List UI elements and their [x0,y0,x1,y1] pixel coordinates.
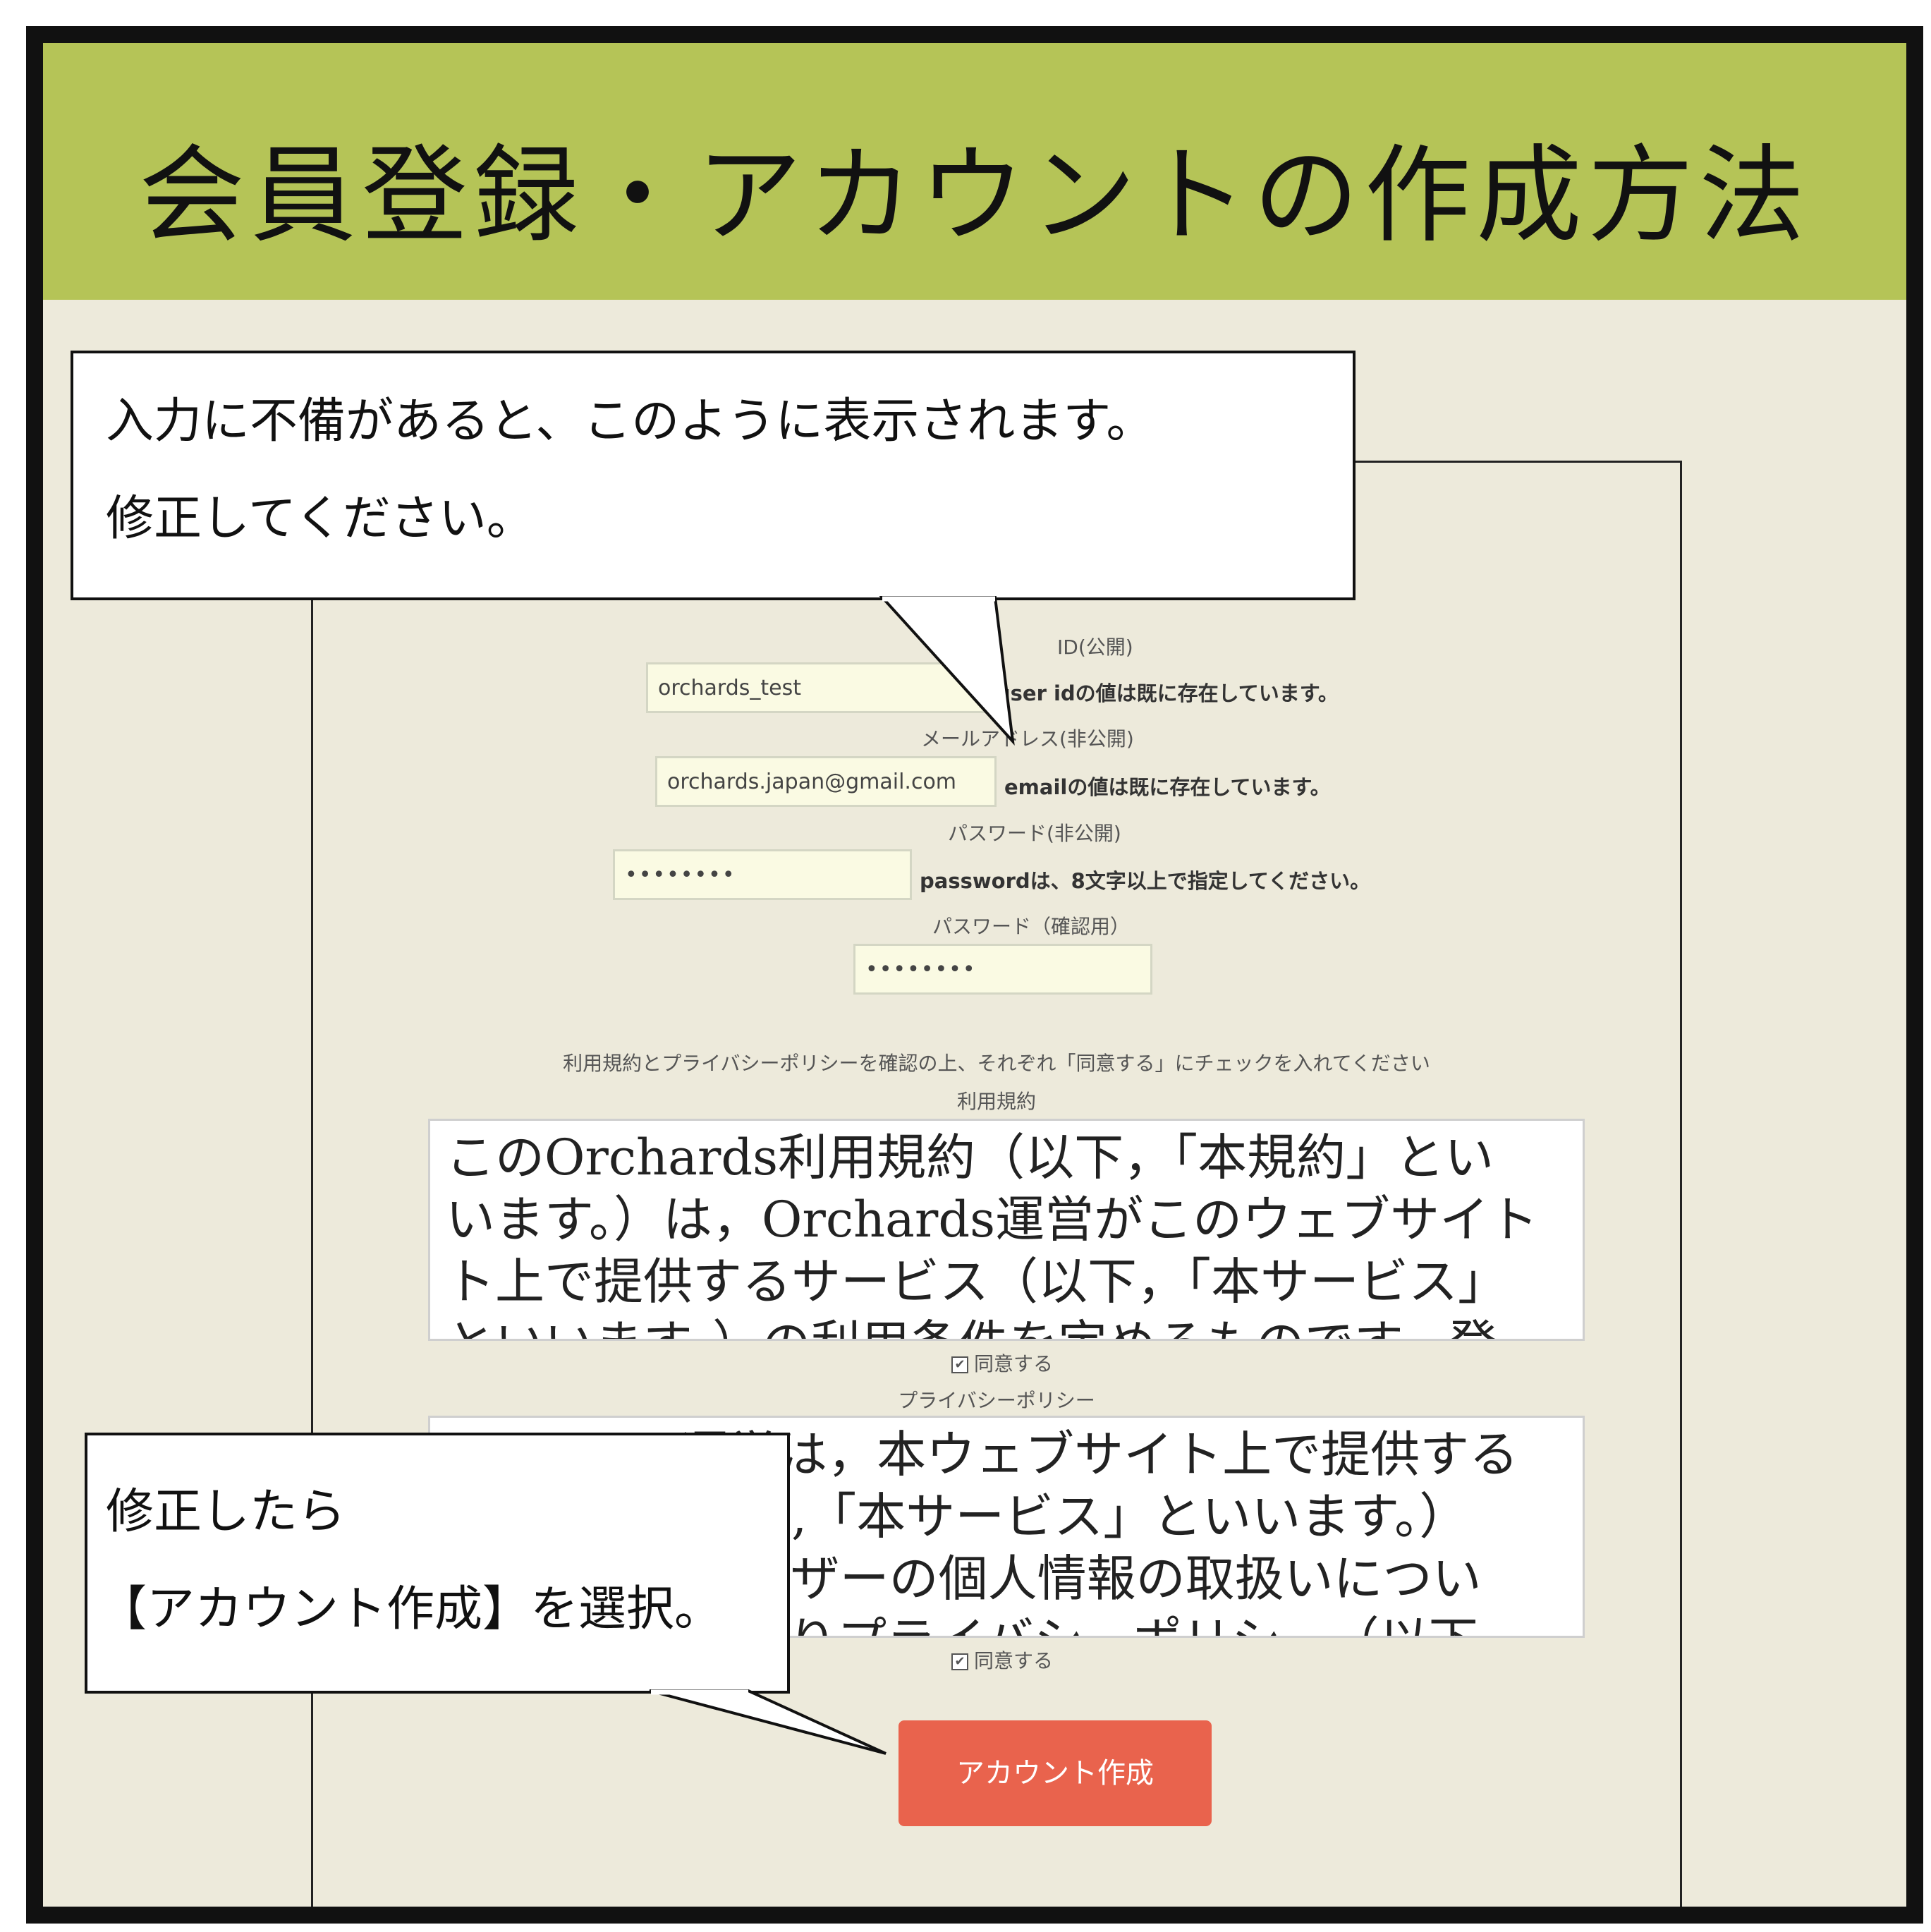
callout-top-tail [879,596,1015,746]
callout-bottom-tail [649,1689,887,1755]
callout-tails [649,596,1015,1755]
comic-frame: 会員登録・アカウントの作成方法 ID(公開) orchards_test use… [26,26,1923,1924]
